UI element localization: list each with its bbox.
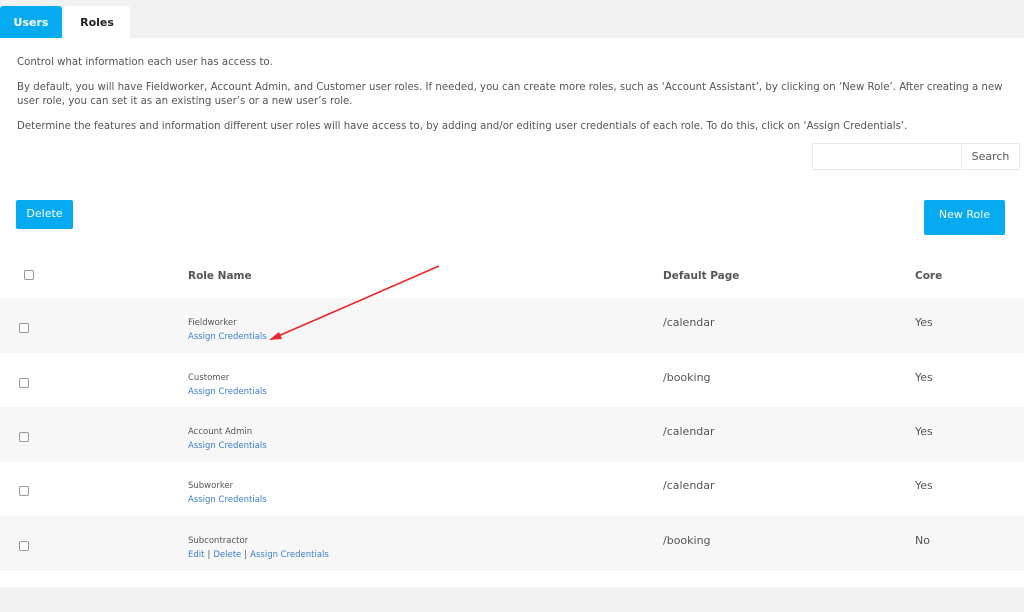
row-checkbox[interactable] <box>19 486 29 496</box>
separator: | <box>207 550 211 560</box>
table-row: Customer Assign Credentials /booking Yes <box>0 353 1024 408</box>
row-actions: Assign Credentials <box>188 495 267 505</box>
tab-bar: Users Roles <box>0 0 1024 38</box>
search-input[interactable] <box>812 143 962 170</box>
select-all-checkbox[interactable] <box>24 270 34 280</box>
tab-users[interactable]: Users <box>0 6 62 38</box>
role-name: Customer <box>188 373 230 383</box>
table-row: Fieldworker Assign Credentials /calendar… <box>0 298 1024 353</box>
footer-band <box>0 587 1024 612</box>
tab-roles[interactable]: Roles <box>64 6 130 38</box>
assign-credentials-link[interactable]: Assign Credentials <box>188 332 267 342</box>
default-page: /booking <box>663 371 711 384</box>
row-checkbox[interactable] <box>19 541 29 551</box>
assign-credentials-link[interactable]: Assign Credentials <box>188 441 267 451</box>
header-role-name: Role Name <box>188 270 252 282</box>
assign-credentials-link[interactable]: Assign Credentials <box>250 550 329 560</box>
row-checkbox[interactable] <box>19 378 29 388</box>
role-name: Subworker <box>188 481 234 491</box>
row-actions: Assign Credentials <box>188 387 267 397</box>
row-actions: Edit | Delete | Assign Credentials <box>188 550 329 560</box>
new-role-button[interactable]: New Role <box>924 200 1005 235</box>
row-actions: Assign Credentials <box>188 332 267 342</box>
delete-link[interactable]: Delete <box>213 550 241 560</box>
core-value: Yes <box>915 425 933 438</box>
description-line-3: Determine the features and information d… <box>17 121 908 132</box>
core-value: Yes <box>915 371 933 384</box>
assign-credentials-link[interactable]: Assign Credentials <box>188 495 267 505</box>
table-row: Subworker Assign Credentials /calendar Y… <box>0 461 1024 516</box>
default-page: /booking <box>663 534 711 547</box>
core-value: No <box>915 534 930 547</box>
role-name: Account Admin <box>188 427 253 437</box>
header-core: Core <box>915 270 943 282</box>
default-page: /calendar <box>663 479 715 492</box>
search-button[interactable]: Search <box>962 143 1020 170</box>
default-page: /calendar <box>663 316 715 329</box>
default-page: /calendar <box>663 425 715 438</box>
separator: | <box>244 550 248 560</box>
table-row: Account Admin Assign Credentials /calend… <box>0 407 1024 462</box>
row-checkbox[interactable] <box>19 323 29 333</box>
assign-credentials-link[interactable]: Assign Credentials <box>188 387 267 397</box>
core-value: Yes <box>915 316 933 329</box>
core-value: Yes <box>915 479 933 492</box>
role-name: Fieldworker <box>188 318 237 328</box>
table-row: Subcontractor Edit | Delete | Assign Credent… <box>0 516 1024 571</box>
role-name: Subcontractor <box>188 536 249 546</box>
edit-link[interactable]: Edit <box>188 550 204 560</box>
description-line-1: Control what information each user has a… <box>17 57 273 68</box>
row-checkbox[interactable] <box>19 432 29 442</box>
delete-button[interactable]: Delete <box>16 200 73 229</box>
header-default-page: Default Page <box>663 270 740 282</box>
row-actions: Assign Credentials <box>188 441 267 451</box>
description-line-2: By default, you will have Fieldworker, A… <box>17 82 1003 107</box>
